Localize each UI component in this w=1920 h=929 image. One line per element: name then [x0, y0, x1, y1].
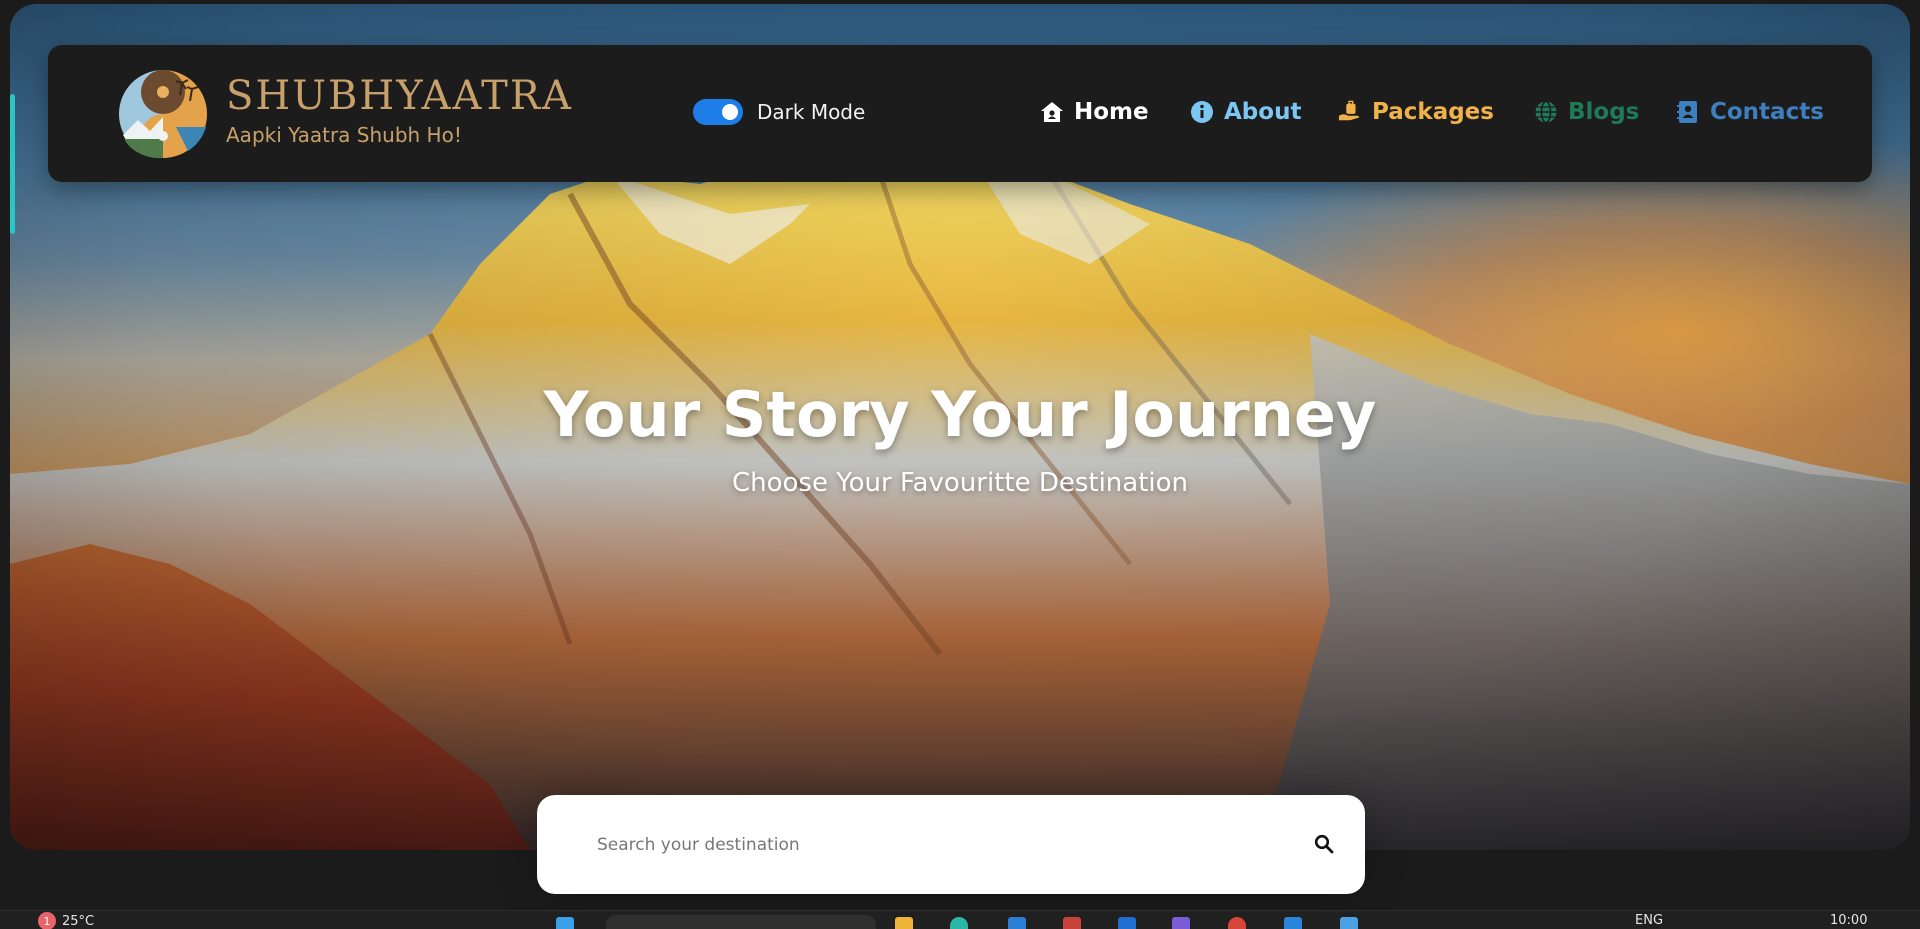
toggle-knob — [722, 104, 738, 120]
code-editor-icon[interactable] — [1118, 917, 1136, 929]
brand-logo[interactable] — [118, 65, 208, 163]
browser-icon[interactable] — [950, 917, 968, 929]
globe-icon — [1534, 100, 1558, 124]
brand-tagline: Aapki Yaatra Shubh Ho! — [226, 123, 462, 147]
toggle-switch[interactable] — [693, 99, 743, 125]
yin-yang-travel-logo-icon — [119, 70, 207, 159]
nav-label-about: About — [1224, 99, 1302, 125]
chrome-icon[interactable] — [1228, 917, 1246, 929]
file-explorer-icon[interactable] — [895, 917, 913, 929]
hero-subtitle: Choose Your Favouritte Destination — [731, 468, 1189, 498]
search-button[interactable] — [1309, 829, 1339, 859]
nav-item-contacts[interactable]: Contacts — [1676, 99, 1824, 125]
language-indicator[interactable]: ENG — [1635, 913, 1663, 928]
scroll-indicator — [10, 94, 15, 234]
store-icon[interactable] — [1008, 917, 1026, 929]
info-circle-icon — [1190, 100, 1214, 124]
clock[interactable]: 10:00 — [1830, 913, 1867, 928]
weather-widget[interactable]: 1 25°C — [38, 912, 94, 929]
hero-title: Your Story Your Journey — [543, 378, 1377, 451]
nav-label-packages: Packages — [1372, 99, 1494, 125]
nav-label-contacts: Contacts — [1710, 99, 1824, 125]
nav-item-blogs[interactable]: Blogs — [1534, 99, 1639, 125]
nav-item-packages[interactable]: Packages — [1338, 99, 1494, 125]
address-book-icon — [1676, 100, 1700, 124]
nav-item-about[interactable]: About — [1190, 99, 1301, 125]
mail-icon[interactable] — [1063, 917, 1081, 929]
terminal-icon[interactable] — [1284, 917, 1302, 929]
search-icon — [1314, 834, 1334, 854]
os-taskbar: 1 25°C ENG 10:00 — [0, 910, 1920, 929]
vscode-icon[interactable] — [1340, 917, 1358, 929]
weather-badge: 1 — [38, 912, 56, 929]
temperature-label: 25°C — [62, 913, 95, 929]
luggage-hand-icon — [1338, 100, 1362, 124]
windows-start-icon[interactable] — [556, 917, 574, 929]
search-input[interactable] — [597, 825, 1277, 865]
dark-mode-toggle[interactable]: Dark Mode — [693, 99, 865, 125]
app-icon[interactable] — [1172, 917, 1190, 929]
nav-label-blogs: Blogs — [1568, 99, 1640, 125]
brand-name[interactable]: SHUBHYAATRA — [226, 73, 573, 119]
nav-label-home: Home — [1074, 99, 1149, 125]
dark-mode-label: Dark Mode — [757, 100, 866, 124]
navbar: SHUBHYAATRA Aapki Yaatra Shubh Ho! Dark … — [48, 45, 1872, 182]
taskbar-search[interactable] — [606, 915, 876, 929]
house-icon — [1040, 100, 1064, 124]
nav-item-home[interactable]: Home — [1040, 99, 1149, 125]
destination-search-bar — [537, 795, 1365, 894]
